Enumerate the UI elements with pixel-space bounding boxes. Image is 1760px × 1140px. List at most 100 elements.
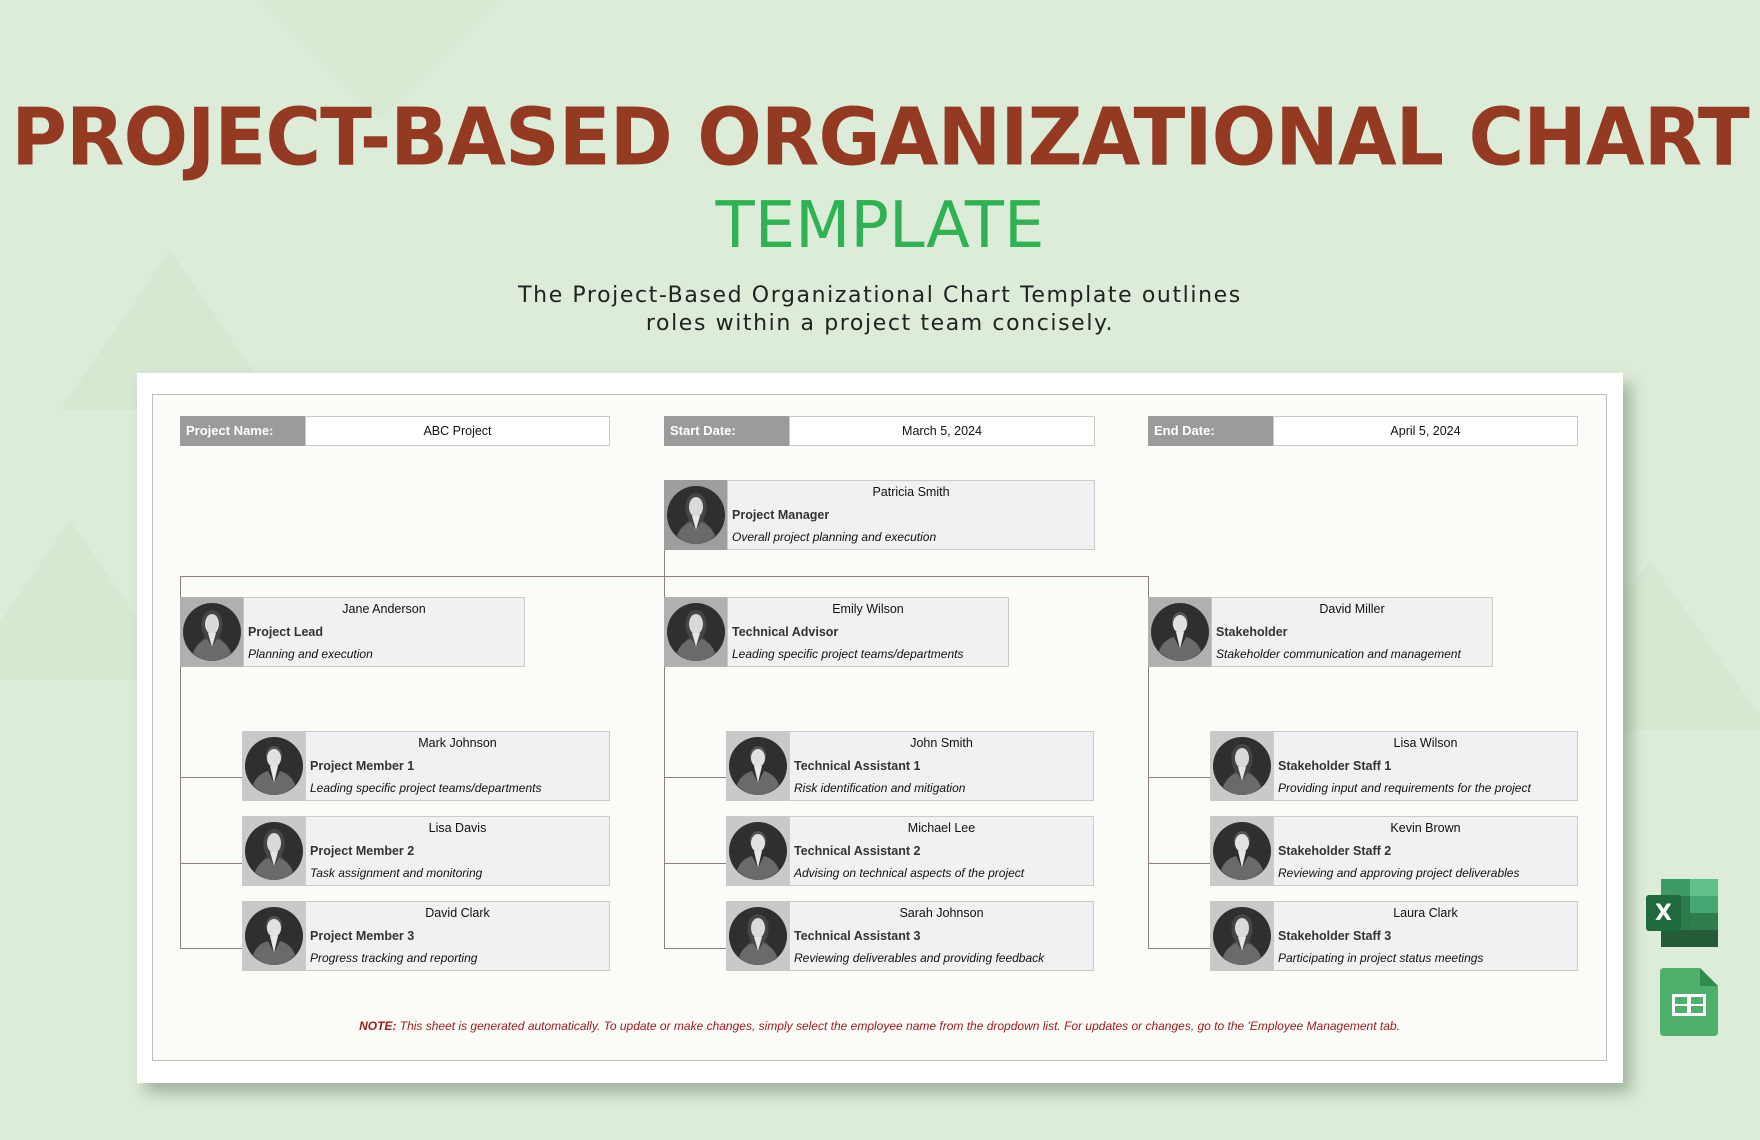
female-avatar-icon bbox=[729, 907, 787, 965]
employee-responsibility: Overall project planning and execution bbox=[732, 530, 937, 544]
employee-responsibility: Task assignment and monitoring bbox=[310, 866, 483, 880]
photo-cell bbox=[664, 480, 727, 550]
female-avatar-icon bbox=[183, 603, 241, 661]
employee-name[interactable]: Patricia Smith bbox=[728, 485, 1094, 499]
card-body: Lisa Davis Project Member 2 Task assignmen… bbox=[305, 816, 610, 886]
employee-name[interactable]: David Miller bbox=[1212, 602, 1492, 616]
male-avatar-icon bbox=[1151, 603, 1209, 661]
photo-cell bbox=[242, 816, 305, 886]
employee-responsibility: Progress tracking and reporting bbox=[310, 951, 478, 965]
employee-responsibility: Advising on technical aspects of the pro… bbox=[794, 866, 1025, 880]
photo-cell bbox=[726, 731, 789, 801]
card-body: Emily Wilson Technical Advisor Leading spe… bbox=[727, 597, 1009, 667]
employee-role: Stakeholder bbox=[1216, 625, 1288, 639]
photo-cell bbox=[1148, 597, 1211, 667]
member-card[interactable]: Lisa Davis Project Member 2 Task assignmen… bbox=[242, 816, 610, 886]
member-card[interactable]: David Clark Project Member 3 Progress trac… bbox=[242, 901, 610, 971]
connector-line bbox=[180, 863, 242, 864]
google-sheets-icon[interactable] bbox=[1660, 968, 1718, 1036]
employee-responsibility: Planning and execution bbox=[248, 647, 373, 661]
start-date-field[interactable]: March 5, 2024 bbox=[789, 416, 1095, 446]
male-avatar-icon bbox=[729, 737, 787, 795]
employee-role: Technical Assistant 2 bbox=[794, 844, 921, 858]
member-card[interactable]: Michael Lee Technical Assistant 2 Advising… bbox=[726, 816, 1094, 886]
photo-cell bbox=[726, 816, 789, 886]
employee-name[interactable]: Lisa Wilson bbox=[1274, 736, 1577, 750]
female-avatar-icon bbox=[667, 486, 725, 544]
card-body: Kevin Brown Stakeholder Staff 2 Reviewing … bbox=[1273, 816, 1578, 886]
photo-cell bbox=[1210, 731, 1273, 801]
female-avatar-icon bbox=[245, 822, 303, 880]
page-title: PROJECT-BASED ORGANIZATIONAL CHART bbox=[11, 89, 1749, 184]
card-body: Patricia Smith Project Manager Overall pro… bbox=[727, 480, 1095, 550]
description-line: The Project-Based Organizational Chart T… bbox=[518, 283, 1242, 308]
note-text: NOTE: This sheet is generated automatica… bbox=[152, 1019, 1607, 1033]
card-body: Lisa Wilson Stakeholder Staff 1 Providing … bbox=[1273, 731, 1578, 801]
lead-card[interactable]: Emily Wilson Technical Advisor Leading spe… bbox=[664, 597, 1009, 667]
member-card[interactable]: Sarah Johnson Technical Assistant 3 Review… bbox=[726, 901, 1094, 971]
card-body: Sarah Johnson Technical Assistant 3 Review… bbox=[789, 901, 1094, 971]
card-body: Mark Johnson Project Member 1 Leading spec… bbox=[305, 731, 610, 801]
note-body: This sheet is generated automatically. T… bbox=[396, 1019, 1400, 1033]
end-date-label: End Date: bbox=[1148, 416, 1273, 446]
employee-role: Project Member 1 bbox=[310, 759, 415, 773]
employee-role: Stakeholder Staff 1 bbox=[1278, 759, 1392, 773]
manager-card[interactable]: Patricia Smith Project Manager Overall pro… bbox=[664, 480, 1095, 550]
employee-role: Project Member 2 bbox=[310, 844, 415, 858]
female-avatar-icon bbox=[667, 603, 725, 661]
card-body: Jane Anderson Project Lead Planning and ex… bbox=[243, 597, 525, 667]
employee-role: Project Lead bbox=[248, 625, 324, 639]
female-avatar-icon bbox=[1213, 907, 1271, 965]
page-description: The Project-Based Organizational Chart T… bbox=[0, 282, 1760, 338]
project-name-field[interactable]: ABC Project bbox=[305, 416, 610, 446]
member-card[interactable]: Laura Clark Stakeholder Staff 3 Participat… bbox=[1210, 901, 1578, 971]
photo-cell bbox=[242, 901, 305, 971]
employee-role: Technical Advisor bbox=[732, 625, 839, 639]
employee-name[interactable]: Mark Johnson bbox=[306, 736, 609, 750]
employee-name[interactable]: John Smith bbox=[790, 736, 1093, 750]
page-subtitle: TEMPLATE bbox=[715, 189, 1045, 263]
employee-role: Technical Assistant 1 bbox=[794, 759, 921, 773]
lead-card[interactable]: David Miller Stakeholder Stakeholder commu… bbox=[1148, 597, 1493, 667]
employee-role: Project Member 3 bbox=[310, 929, 415, 943]
employee-name[interactable]: Emily Wilson bbox=[728, 602, 1008, 616]
employee-responsibility: Leading specific project teams/departmen… bbox=[310, 781, 542, 795]
connector-line bbox=[664, 863, 726, 864]
end-date-field[interactable]: April 5, 2024 bbox=[1273, 416, 1578, 446]
employee-responsibility: Risk identification and mitigation bbox=[794, 781, 966, 795]
start-date-label: Start Date: bbox=[664, 416, 789, 446]
connector-line bbox=[180, 948, 242, 949]
member-card[interactable]: Lisa Wilson Stakeholder Staff 1 Providing … bbox=[1210, 731, 1578, 801]
employee-name[interactable]: Michael Lee bbox=[790, 821, 1093, 835]
connector-line bbox=[1148, 863, 1210, 864]
member-card[interactable]: Mark Johnson Project Member 1 Leading spec… bbox=[242, 731, 610, 801]
employee-role: Technical Assistant 3 bbox=[794, 929, 921, 943]
employee-name[interactable]: David Clark bbox=[306, 906, 609, 920]
employee-name[interactable]: Jane Anderson bbox=[244, 602, 524, 616]
photo-cell bbox=[1210, 816, 1273, 886]
female-avatar-icon bbox=[1213, 737, 1271, 795]
employee-name[interactable]: Kevin Brown bbox=[1274, 821, 1577, 835]
employee-responsibility: Stakeholder communication and management bbox=[1216, 647, 1461, 661]
lead-card[interactable]: Jane Anderson Project Lead Planning and ex… bbox=[180, 597, 525, 667]
member-card[interactable]: John Smith Technical Assistant 1 Risk iden… bbox=[726, 731, 1094, 801]
employee-responsibility: Participating in project status meetings bbox=[1278, 951, 1484, 965]
card-body: David Miller Stakeholder Stakeholder commu… bbox=[1211, 597, 1493, 667]
male-avatar-icon bbox=[729, 822, 787, 880]
employee-responsibility: Providing input and requirements for the… bbox=[1278, 781, 1531, 795]
connector-line bbox=[180, 777, 242, 778]
photo-cell bbox=[664, 597, 727, 667]
card-body: David Clark Project Member 3 Progress trac… bbox=[305, 901, 610, 971]
employee-name[interactable]: Lisa Davis bbox=[306, 821, 609, 835]
employee-name[interactable]: Laura Clark bbox=[1274, 906, 1577, 920]
excel-icon[interactable]: X bbox=[1646, 879, 1718, 947]
employee-name[interactable]: Sarah Johnson bbox=[790, 906, 1093, 920]
project-name-label: Project Name: bbox=[180, 416, 305, 446]
card-body: Laura Clark Stakeholder Staff 3 Participat… bbox=[1273, 901, 1578, 971]
connector-line bbox=[664, 777, 726, 778]
card-body: John Smith Technical Assistant 1 Risk iden… bbox=[789, 731, 1094, 801]
member-card[interactable]: Kevin Brown Stakeholder Staff 2 Reviewing … bbox=[1210, 816, 1578, 886]
employee-responsibility: Reviewing and approving project delivera… bbox=[1278, 866, 1520, 880]
connector-line bbox=[1148, 948, 1210, 949]
photo-cell bbox=[180, 597, 243, 667]
